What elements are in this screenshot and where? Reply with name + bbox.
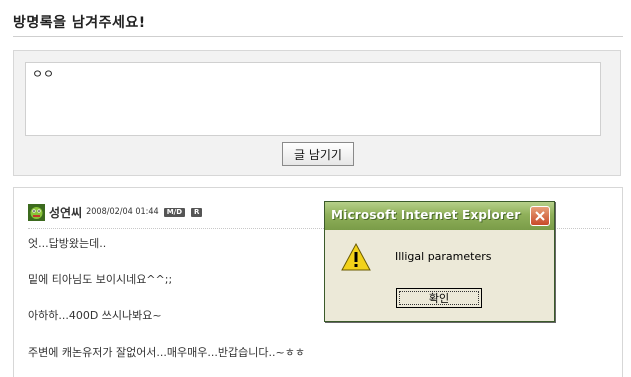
entry-line: 아하하...400D 쓰시나봐요~ <box>28 309 162 322</box>
dialog-title: Microsoft Internet Explorer <box>331 208 521 222</box>
ok-button[interactable]: 확인 <box>396 288 482 308</box>
message-textarea[interactable]: ㅇㅇ <box>25 62 601 136</box>
reply-button[interactable]: R <box>191 207 203 217</box>
alert-dialog: Microsoft Internet Explorer Illigal para… <box>324 201 555 322</box>
entry-date: 2008/02/04 01:44 <box>86 207 159 217</box>
entry-header: 성연씨 2008/02/04 01:44 M/D R <box>28 203 208 221</box>
close-icon[interactable] <box>530 206 550 226</box>
submit-button[interactable]: 글 남기기 <box>282 142 354 166</box>
avatar <box>28 203 45 221</box>
ok-label: 확인 <box>428 292 450 305</box>
warning-icon <box>341 242 371 272</box>
modify-delete-button[interactable]: M/D <box>163 207 186 217</box>
entry-line: 엇...답방왔는데.. <box>28 237 107 250</box>
dialog-message: Illigal parameters <box>395 250 492 263</box>
page-title: 방명록을 남겨주세요! <box>13 15 146 31</box>
title-divider <box>13 36 623 37</box>
entry-line: 주변에 캐논유저가 잘없어서...매우매우...반갑습니다..~ㅎㅎ <box>28 346 305 359</box>
entry-line: 밑에 티아님도 보이시네요^^;; <box>28 273 173 286</box>
guestbook-write-form: ㅇㅇ 글 남기기 <box>13 50 621 176</box>
entry-author[interactable]: 성연씨 <box>49 204 82 221</box>
dialog-title-bar[interactable]: Microsoft Internet Explorer <box>325 202 554 230</box>
